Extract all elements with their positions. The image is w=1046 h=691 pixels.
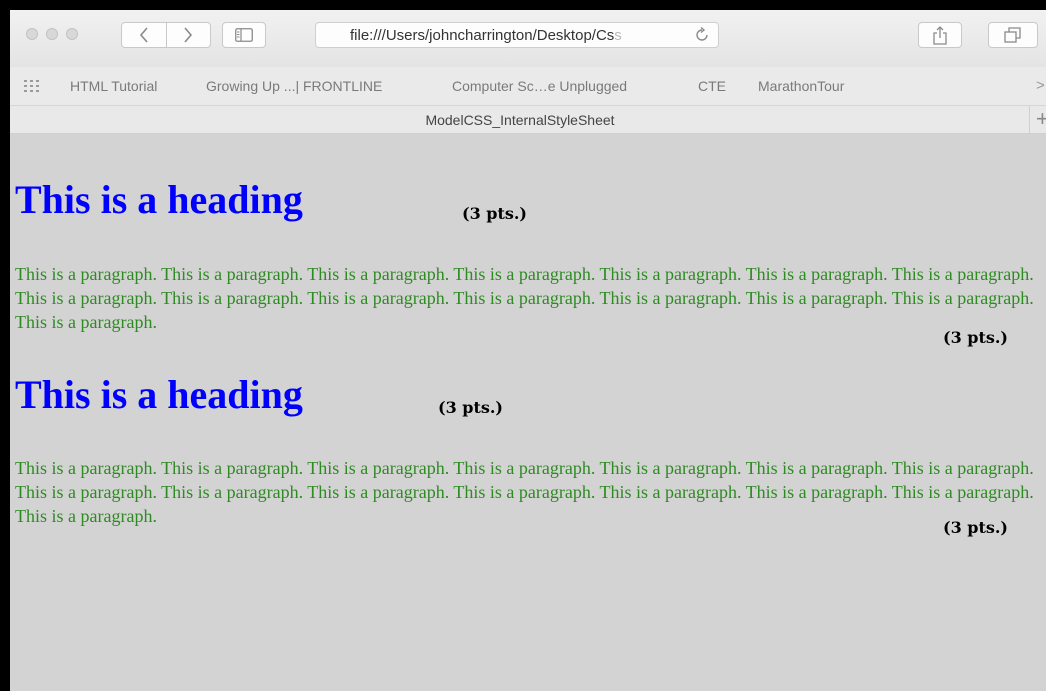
bookmark-cte[interactable]: CTE [698, 78, 726, 94]
points-annotation-paragraph-2: (3 pts.) [943, 518, 1008, 537]
bookmark-marathontour[interactable]: MarathonTour [758, 78, 844, 94]
minimize-window-icon[interactable] [46, 28, 58, 40]
sidebar-icon [235, 28, 253, 42]
bookmarks-bar: HTML Tutorial Growing Up ...| FRONTLINE … [10, 67, 1046, 106]
page-content: This is a heading (3 pts.) This is a par… [10, 134, 1046, 691]
new-tab-icon[interactable]: + [1029, 106, 1046, 134]
more-bookmarks-chevron-icon[interactable]: > [1036, 77, 1045, 94]
sidebar-button[interactable] [222, 22, 266, 48]
reload-icon [696, 26, 708, 41]
page-paragraph-2: This is a paragraph. This is a paragraph… [15, 458, 1034, 526]
page-heading-1: This is a heading [15, 177, 303, 222]
bookmark-growing-up-frontline[interactable]: Growing Up ...| FRONTLINE [206, 78, 382, 94]
url-text: file:///Users/johncharrington/Desktop/Cs… [350, 27, 622, 44]
forward-icon [184, 27, 193, 43]
page-paragraph-1: This is a paragraph. This is a paragraph… [15, 264, 1034, 332]
tab-bar: ModelCSS_InternalStyleSheet + [10, 106, 1046, 134]
share-button[interactable] [918, 22, 962, 48]
back-icon [139, 27, 148, 43]
points-annotation-paragraph-1: (3 pts.) [943, 328, 1008, 347]
tabs-overview-button[interactable] [988, 22, 1038, 48]
back-forward-group [121, 22, 211, 48]
forward-button[interactable] [165, 23, 211, 47]
toolbar: file:///Users/johncharrington/Desktop/Cs… [10, 10, 1046, 67]
share-icon [933, 25, 947, 45]
reload-button[interactable] [694, 26, 710, 48]
zoom-window-icon[interactable] [66, 28, 78, 40]
page-heading-2: This is a heading [15, 372, 303, 417]
tabs-overview-icon [1004, 27, 1021, 43]
bookmark-html-tutorial[interactable]: HTML Tutorial [70, 78, 157, 94]
bookmarks-grid-icon[interactable] [24, 80, 42, 92]
browser-window: file:///Users/johncharrington/Desktop/Cs… [10, 10, 1046, 691]
points-annotation-heading-2: (3 pts.) [438, 398, 503, 417]
bookmark-computer-science-unplugged[interactable]: Computer Sc…e Unplugged [452, 78, 627, 94]
close-window-icon[interactable] [26, 28, 38, 40]
back-button[interactable] [122, 23, 166, 47]
address-bar[interactable]: file:///Users/johncharrington/Desktop/Cs… [315, 22, 719, 48]
points-annotation-heading-1: (3 pts.) [462, 204, 527, 223]
tab-modelcss[interactable]: ModelCSS_InternalStyleSheet [10, 112, 1030, 128]
